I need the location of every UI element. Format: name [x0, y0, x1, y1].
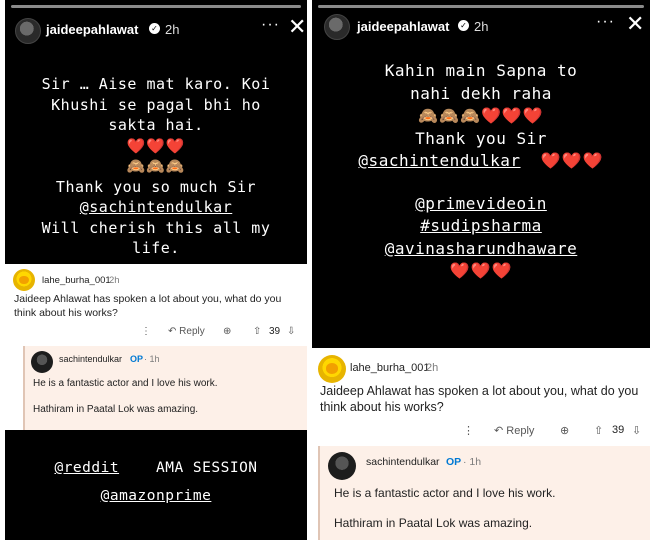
monkey-emoji: 🙈🙈🙈	[126, 157, 186, 175]
more-options-icon[interactable]: ···	[596, 13, 615, 31]
comment-time: 2h	[109, 275, 120, 286]
story-line: sakta hai.	[108, 116, 204, 134]
close-icon[interactable]: ✕	[288, 14, 306, 40]
story-progress-bar	[11, 5, 301, 8]
reply-button[interactable]: ↶ Reply	[168, 326, 205, 337]
avatar[interactable]	[328, 452, 356, 480]
story-line: @sachintendulkar ❤️❤️❤️	[312, 150, 650, 173]
story-username[interactable]: jaideepahlawat	[46, 22, 138, 37]
avatar[interactable]	[318, 355, 346, 383]
reply-comment: sachintendulkar OP · 1h He is a fantasti…	[318, 446, 650, 540]
avatar[interactable]	[13, 269, 35, 291]
hearts-emoji: ❤️❤️❤️	[540, 151, 604, 170]
reply-icon: ↶	[168, 326, 180, 337]
story-line: life.	[132, 239, 180, 257]
mention-link[interactable]: @amazonprime	[5, 486, 307, 507]
story-text: Kahin main Sapna to nahi dekh raha 🙈🙈🙈❤️…	[312, 60, 650, 283]
mention-link[interactable]: @sachintendulkar	[358, 151, 520, 170]
reply-text-line: He is a fantastic actor and I love his w…	[334, 486, 556, 500]
reply-text-line: He is a fantastic actor and I love his w…	[33, 378, 218, 389]
award-icon[interactable]: ⊕	[560, 424, 569, 437]
story-line: Will cherish this all my	[41, 218, 271, 237]
story-line: Sir … Aise mat karo. Koi	[41, 75, 271, 93]
op-badge: OP	[130, 354, 144, 364]
hashtag-link[interactable]: #sudipsharma	[312, 215, 650, 238]
downvote-icon[interactable]: ⇩	[632, 424, 641, 437]
emoji-line: 🙈🙈🙈❤️❤️❤️	[418, 106, 544, 125]
story-line: Khushi se pagal bhi ho	[51, 95, 261, 114]
story-line: Thank you Sir	[415, 128, 547, 148]
reddit-comment-card: lahe_burha_001 2h Jaideep Ahlawat has sp…	[5, 264, 307, 430]
story-time: 2h	[474, 19, 489, 34]
more-options-icon[interactable]: ⋮	[463, 424, 474, 437]
story-username[interactable]: jaideepahlawat	[357, 19, 449, 34]
reddit-comment-card: lahe_burha_001 2h Jaideep Ahlawat has sp…	[312, 348, 650, 540]
avatar[interactable]	[15, 18, 41, 44]
story-text: @reddit AMA SESSION @amazonprime	[5, 458, 307, 506]
story-line: Thank you so much Sir	[55, 177, 257, 196]
avatar[interactable]	[31, 351, 53, 373]
verified-badge-icon: ✓	[458, 20, 469, 31]
reply-comment: sachintendulkar OP · 1h He is a fantasti…	[23, 346, 307, 430]
bottom-story-panel: @reddit AMA SESSION @amazonprime	[5, 430, 307, 540]
story-line: Kahin main Sapna to	[384, 61, 578, 80]
more-options-icon[interactable]: ⋮	[141, 326, 151, 337]
more-options-icon[interactable]: ···	[261, 16, 280, 34]
ama-session-label: AMA SESSION	[156, 460, 258, 476]
comment-text: Jaideep Ahlawat has spoken a lot about y…	[14, 293, 282, 319]
avatar[interactable]	[324, 14, 350, 40]
story-progress-bar	[318, 5, 644, 8]
comment-text: Jaideep Ahlawat has spoken a lot about y…	[320, 384, 639, 414]
reply-label: Reply	[179, 326, 205, 337]
mention-link[interactable]: @primevideoin	[312, 193, 650, 216]
upvote-icon[interactable]: ⇧	[594, 424, 603, 437]
mention-link[interactable]: @reddit	[54, 460, 119, 476]
mention-link[interactable]: @avinasharundhaware	[312, 238, 650, 261]
upvote-icon[interactable]: ⇧	[253, 326, 261, 337]
reply-button[interactable]: ↶ Reply	[494, 424, 534, 437]
reply-time: · 1h	[144, 354, 160, 364]
comment-username[interactable]: lahe_burha_001	[350, 362, 430, 374]
story-line: nahi dekh raha	[410, 83, 552, 103]
comment-actions: ⋮ ↶ Reply ⊕ ⇧ 39 ⇩	[5, 326, 307, 342]
story-time: 2h	[165, 22, 180, 37]
reply-icon: ↶	[494, 425, 507, 437]
comment-actions: ⋮ ↶ Reply ⊕ ⇧ 39 ⇩	[312, 424, 650, 442]
reply-username[interactable]: sachintendulkar	[366, 456, 440, 468]
story-text: Sir … Aise mat karo. Koi Khushi se pagal…	[5, 74, 307, 259]
reply-text-line: Hathiram in Paatal Lok was amazing.	[33, 404, 199, 415]
story-header: jaideepahlawat ✓ 2h ··· ✕	[312, 0, 650, 58]
close-icon[interactable]: ✕	[626, 11, 644, 37]
downvote-icon[interactable]: ⇩	[287, 326, 295, 337]
op-badge: OP	[446, 456, 462, 468]
verified-badge-icon: ✓	[149, 23, 160, 34]
award-icon[interactable]: ⊕	[223, 326, 231, 337]
comment-time: 2h	[426, 362, 439, 374]
comment-username[interactable]: lahe_burha_001	[42, 275, 111, 286]
story-header: jaideepahlawat ✓ 2h ··· ✕	[5, 0, 307, 58]
reply-username[interactable]: sachintendulkar	[59, 354, 122, 364]
vote-count: 39	[269, 326, 281, 337]
story-line: @reddit AMA SESSION	[5, 458, 307, 479]
reply-time: · 1h	[463, 456, 482, 468]
vote-count: 39	[612, 424, 625, 436]
hearts-emoji: ❤️❤️❤️	[126, 136, 186, 155]
mention-link[interactable]: @sachintendulkar	[5, 197, 307, 218]
reply-label: Reply	[506, 425, 535, 437]
reply-text-line: Hathiram in Paatal Lok was amazing.	[334, 516, 533, 530]
hearts-emoji: ❤️❤️❤️	[449, 261, 513, 280]
right-story-panel: jaideepahlawat ✓ 2h ··· ✕ Kahin main Sap…	[312, 0, 650, 540]
